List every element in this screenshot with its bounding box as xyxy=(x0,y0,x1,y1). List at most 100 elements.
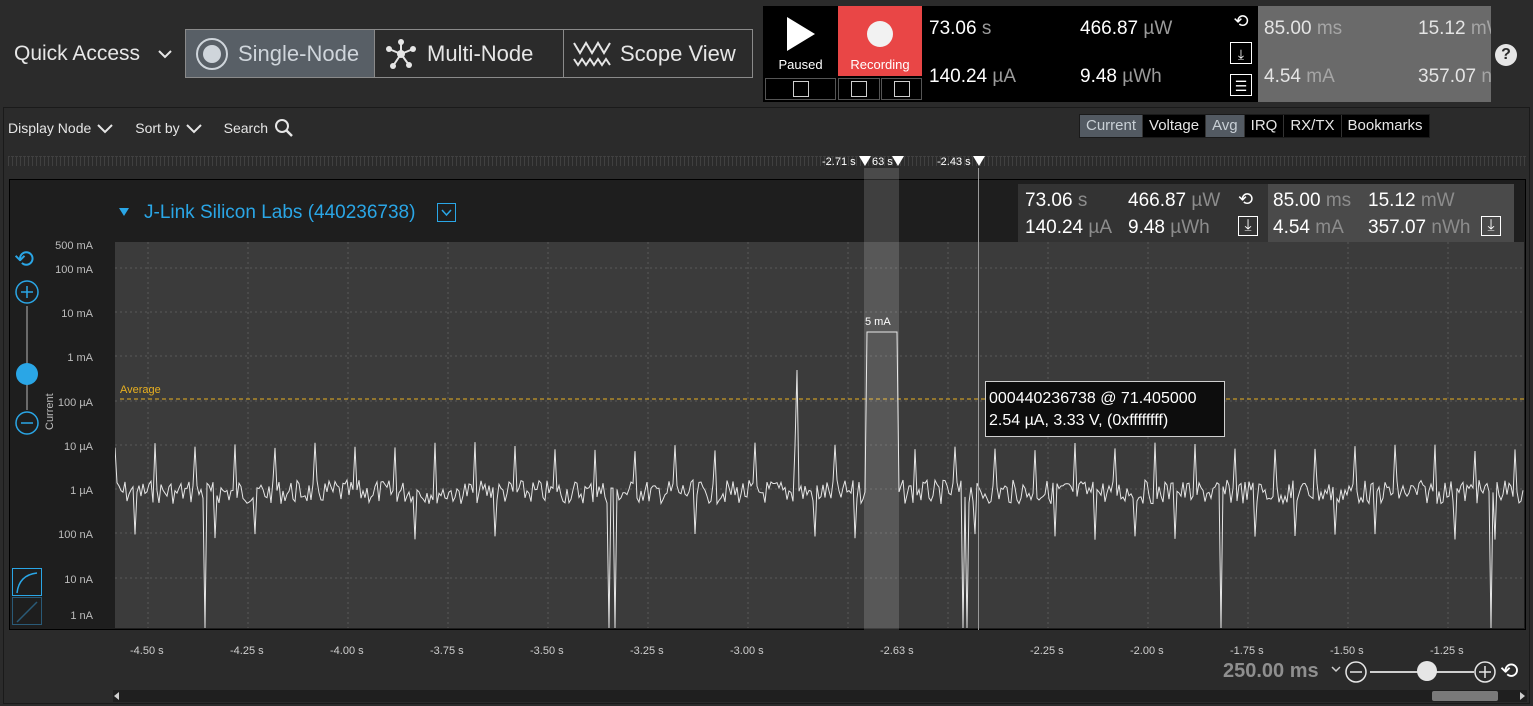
selection-value-label: 5 mA xyxy=(865,316,891,328)
current-trace xyxy=(115,331,1524,628)
node-power: 466.87 µW xyxy=(1128,190,1221,211)
download-icon[interactable]: ⤓ xyxy=(1238,216,1258,236)
reset-icon[interactable]: ⟲ xyxy=(1238,189,1253,210)
time-zoom-label[interactable]: 250.00 ms xyxy=(1223,660,1319,683)
mode-scope-view[interactable]: Scope View xyxy=(564,30,752,77)
header-energy: 9.48 µWh xyxy=(1080,66,1162,87)
reset-icon[interactable]: ⟲ xyxy=(1230,10,1252,32)
node-title: J-Link Silicon Labs (440236738) xyxy=(144,202,416,223)
y-tick-label: 1 mA xyxy=(67,352,93,364)
header-power: 466.87 µW xyxy=(1080,18,1173,39)
mode-label: Multi-Node xyxy=(427,40,534,66)
tab-bookmarks[interactable]: Bookmarks xyxy=(1342,115,1429,137)
zoom-in-icon[interactable] xyxy=(1473,660,1497,684)
header-time: 73.06 s xyxy=(929,18,992,39)
display-node-label: Display Node xyxy=(8,120,92,136)
record-button[interactable]: Recording xyxy=(838,6,922,76)
scroll-right-icon[interactable] xyxy=(1518,692,1526,700)
node-selection-energy: 357.07 nWh xyxy=(1368,217,1471,238)
node-time: 73.06 s xyxy=(1025,190,1088,211)
selection-region[interactable] xyxy=(864,168,899,630)
search-icon xyxy=(274,119,293,137)
scroll-left-icon[interactable] xyxy=(113,692,121,700)
single-node-icon xyxy=(196,37,228,70)
horizontal-scrollbar[interactable] xyxy=(113,690,1527,702)
record-icon xyxy=(867,21,893,47)
zoom-out-icon[interactable] xyxy=(14,410,40,436)
quick-access-label[interactable]: Quick Access xyxy=(14,42,140,66)
trigger-rising-button[interactable] xyxy=(765,78,836,100)
y-tick-label: 100 mA xyxy=(55,264,93,276)
node-selection-power: 15.12 mW xyxy=(1368,190,1455,211)
reset-zoom-icon[interactable]: ⟲ xyxy=(14,248,34,272)
marker-1-label: -2.71 s xyxy=(822,156,856,168)
x-tick-label: -2.00 s xyxy=(1130,645,1164,657)
time-zoom-slider-thumb[interactable] xyxy=(1417,661,1437,681)
multi-node-icon xyxy=(386,38,416,69)
marker-3-handle[interactable] xyxy=(972,155,986,167)
y-tick-label: 100 µA xyxy=(57,397,93,409)
mode-label: Single-Node xyxy=(238,40,360,66)
x-tick-label: -2.63 s xyxy=(880,645,914,657)
x-tick-label: -1.25 s xyxy=(1430,645,1464,657)
y-tick-label: 500 mA xyxy=(55,240,93,252)
node-energy: 9.48 µWh xyxy=(1128,217,1210,238)
marker-2-label: 63 s xyxy=(872,156,893,168)
scope-view-icon xyxy=(573,40,611,67)
download-icon[interactable]: ⤓ xyxy=(1481,216,1501,236)
y-tick-label: 10 µA xyxy=(64,441,93,453)
tab-rxtx[interactable]: RX/TX xyxy=(1284,115,1342,137)
node-selection-current: 4.54 mA xyxy=(1273,217,1344,238)
tab-avg[interactable]: Avg xyxy=(1206,115,1245,137)
paused-label: Paused xyxy=(778,57,823,72)
chevron-down-icon[interactable] xyxy=(1330,663,1342,675)
header-current: 140.24 µA xyxy=(929,66,1017,87)
chevron-down-icon[interactable] xyxy=(156,45,174,63)
rising-edge-icon xyxy=(851,81,867,97)
marker-1-handle[interactable] xyxy=(858,155,872,167)
average-label: Average xyxy=(120,384,161,396)
current-trace-plot[interactable] xyxy=(115,242,1524,628)
sort-by-label: Sort by xyxy=(135,120,180,136)
play-button[interactable]: Paused xyxy=(765,8,836,76)
zoom-out-icon[interactable] xyxy=(1344,660,1368,684)
tab-voltage[interactable]: Voltage xyxy=(1143,115,1207,137)
search-button[interactable]: Search xyxy=(224,118,294,138)
x-tick-label: -3.00 s xyxy=(730,645,764,657)
start-trigger-button[interactable] xyxy=(838,78,880,100)
mode-single-node[interactable]: Single-Node xyxy=(186,30,375,77)
y-tick-label: 10 nA xyxy=(64,574,93,586)
mode-selector: Single-Node Multi-Node Scope View xyxy=(185,29,753,78)
y-zoom-slider-thumb[interactable] xyxy=(16,363,38,385)
play-icon xyxy=(787,17,815,51)
y-tick-label: 1 nA xyxy=(70,610,93,622)
download-icon[interactable]: ⤓ xyxy=(1230,42,1252,64)
tooltip-line-1: 000440236738 @ 71.405000 xyxy=(989,390,1197,407)
search-label: Search xyxy=(223,120,268,136)
selection-current: 4.54 mA xyxy=(1264,66,1335,87)
collapse-triangle-icon[interactable] xyxy=(118,206,130,218)
scroll-thumb[interactable] xyxy=(1432,691,1498,701)
mode-multi-node[interactable]: Multi-Node xyxy=(375,30,564,77)
sort-by-dropdown[interactable]: Sort by xyxy=(135,120,202,136)
tab-current[interactable]: Current xyxy=(1080,115,1144,137)
tooltip-line-2: 2.54 µA, 3.33 V, (0xffffffff) xyxy=(989,412,1169,429)
stop-trigger-button[interactable] xyxy=(881,78,922,100)
node-menu-dropdown[interactable] xyxy=(437,203,456,222)
marker-2-handle[interactable] xyxy=(891,155,905,167)
chevron-down-icon xyxy=(97,124,113,134)
reset-time-zoom-icon[interactable]: ⟲ xyxy=(1500,659,1518,683)
display-node-dropdown[interactable]: Display Node xyxy=(8,120,113,136)
selection-power: 15.12 mW xyxy=(1418,18,1491,39)
x-tick-label: -4.25 s xyxy=(230,645,264,657)
node-toolbar: Display Node Sort by Search xyxy=(8,118,294,138)
x-tick-label: -4.50 s xyxy=(130,645,164,657)
channel-tabs: Current Voltage Avg IRQ RX/TX Bookmarks xyxy=(1079,114,1430,138)
zoom-in-icon[interactable] xyxy=(14,279,40,305)
list-icon[interactable]: ☰ xyxy=(1230,74,1252,96)
tab-irq[interactable]: IRQ xyxy=(1245,115,1285,137)
y-zoom-track[interactable] xyxy=(26,306,28,410)
help-icon[interactable]: ? xyxy=(1495,44,1517,66)
node-selection-time: 85.00 ms xyxy=(1273,190,1352,211)
time-ruler[interactable] xyxy=(8,156,1526,166)
